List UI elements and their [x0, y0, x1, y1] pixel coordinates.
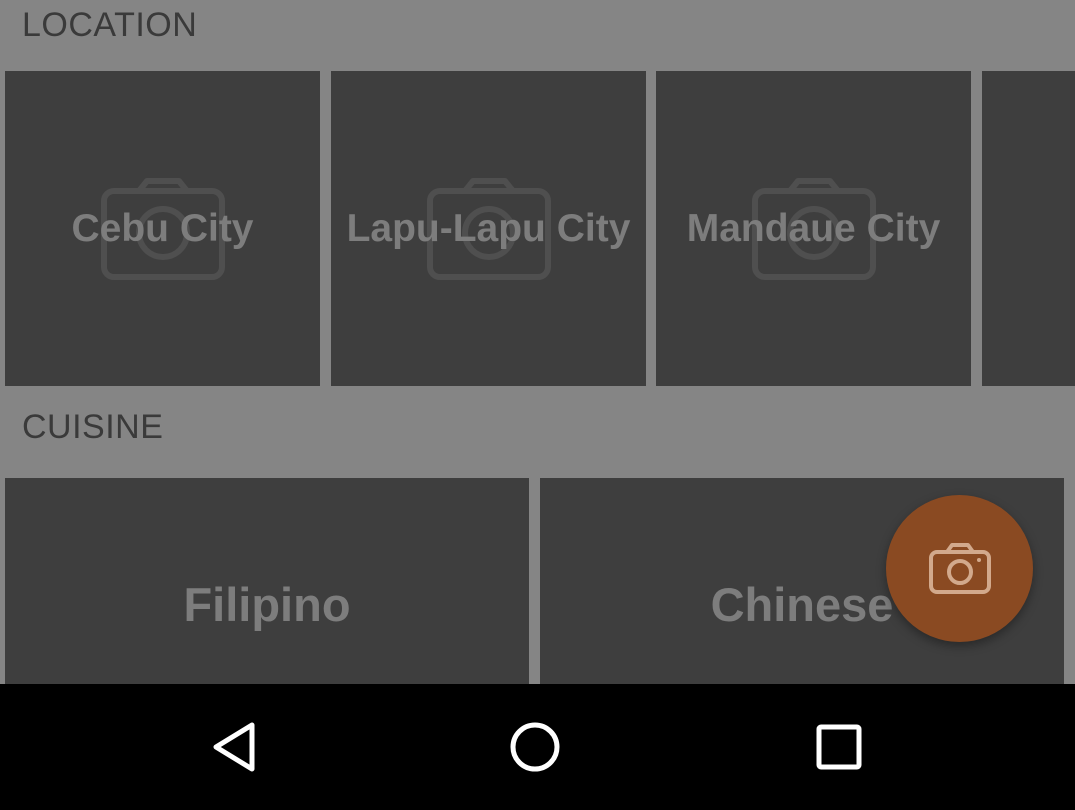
cuisine-tile-filipino[interactable]: Filipino: [5, 478, 529, 684]
location-tile-label: Co: [982, 71, 1075, 386]
cuisine-tile-label: Filipino: [183, 578, 351, 631]
cuisine-section-title: CUISINE: [22, 408, 164, 446]
location-tile-cebu-city[interactable]: Cebu City: [5, 71, 320, 386]
recents-button[interactable]: [799, 714, 879, 780]
location-tile-lapu-lapu-city[interactable]: Lapu-Lapu City: [331, 71, 646, 386]
camera-fab-button[interactable]: [886, 495, 1033, 642]
location-tile-label: Mandaue City: [686, 207, 941, 250]
location-tile-mandaue-city[interactable]: Mandaue City: [656, 71, 971, 386]
home-circle-icon: [510, 722, 560, 772]
back-button[interactable]: [194, 714, 274, 780]
home-button[interactable]: [495, 714, 575, 780]
system-navigation-bar: [0, 684, 1075, 810]
location-tile-partial[interactable]: Co: [982, 71, 1075, 386]
camera-icon: [928, 542, 991, 594]
recents-square-icon: [816, 724, 862, 770]
location-section-title: LOCATION: [22, 6, 198, 44]
location-tile-row[interactable]: Cebu City Lapu-Lapu City Mandaue City Co: [0, 71, 1075, 386]
location-tile-label: Cebu City: [71, 207, 254, 250]
location-tile-label: Lapu-Lapu City: [346, 207, 631, 250]
back-triangle-icon: [213, 722, 255, 772]
